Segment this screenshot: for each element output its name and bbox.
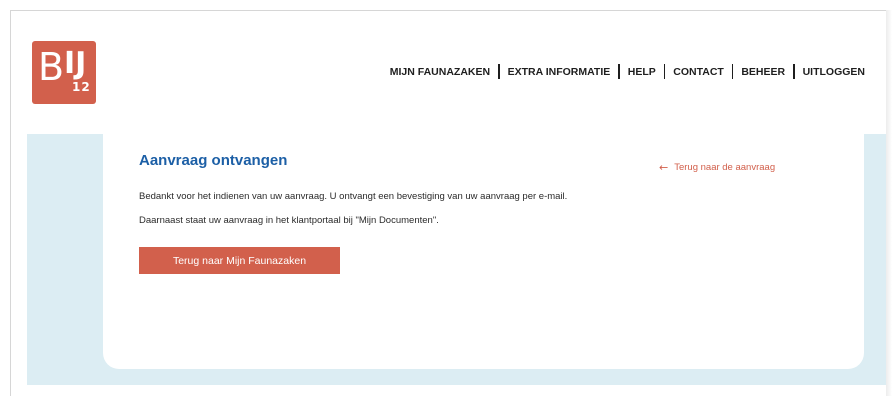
back-link-label: Terug naar de aanvraag — [674, 162, 776, 173]
logo-letters-ij: IJ — [64, 46, 87, 81]
logo-letter-b: B — [38, 45, 64, 89]
nav-item-contact[interactable]: CONTACT — [673, 66, 724, 78]
window-shadow-right — [886, 10, 892, 396]
back-to-application-link[interactable]: ← Terug naar de aanvraag — [659, 161, 775, 174]
nav-item-beheer[interactable]: BEHEER — [741, 66, 785, 78]
arrow-left-icon: ← — [659, 161, 669, 174]
back-to-faunazaken-button[interactable]: Terug naar Mijn Faunazaken — [139, 247, 340, 274]
page-title: Aanvraag ontvangen — [139, 152, 288, 169]
main-navigation: MIJN FAUNAZAKEN EXTRA INFORMATIE HELP CO… — [390, 64, 865, 79]
nav-item-help[interactable]: HELP — [628, 66, 656, 78]
nav-item-mijn-faunazaken[interactable]: MIJN FAUNAZAKEN — [390, 66, 490, 78]
nav-item-uitloggen[interactable]: UITLOGGEN — [803, 66, 865, 78]
nav-divider — [793, 64, 795, 79]
browser-window: B IJ 12 MIJN FAUNAZAKEN EXTRA INFORMATIE… — [0, 0, 892, 396]
nav-divider — [663, 64, 666, 79]
nav-item-extra-informatie[interactable]: EXTRA INFORMATIE — [508, 66, 611, 78]
nav-divider — [498, 64, 500, 79]
logo-number: 12 — [72, 80, 91, 94]
nav-divider — [731, 64, 734, 79]
bij12-logo[interactable]: B IJ 12 — [32, 41, 96, 104]
documents-info-message: Daarnaast staat uw aanvraag in het klant… — [139, 215, 439, 226]
window-border-top — [10, 10, 892, 11]
confirmation-message: Bedankt voor het indienen van uw aanvraa… — [139, 191, 568, 202]
nav-divider — [618, 64, 620, 79]
window-border-left — [10, 10, 11, 396]
